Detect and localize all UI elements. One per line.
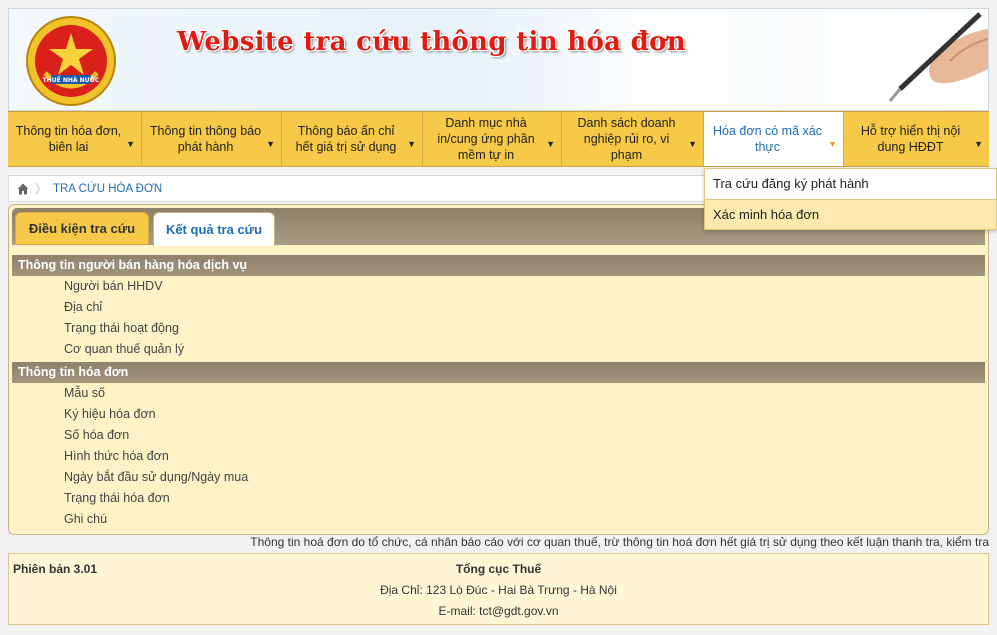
menu-label: Thông báo ấn chỉ hết giá trị sử dụng (295, 124, 397, 154)
caret-down-icon: ▼ (266, 139, 275, 149)
page: THUẾ NHÀ NƯỚC Website tra cứu thông tin … (0, 0, 997, 635)
menu-label: Hỗ trợ hiển thị nội dung HĐĐT (860, 124, 961, 154)
menu-label: Danh sách doanh nghiệp rủi ro, vi phạm (577, 116, 676, 162)
menu-label: Thông tin thông báo phát hành (149, 124, 262, 154)
menu-label: Danh mục nhà in/cung ứng phần mềm tự in (437, 116, 535, 162)
list-item: Địa chỉ (64, 300, 103, 314)
main-menu: Thông tin hóa đơn, biên lai ▼ Thông tin … (8, 111, 989, 167)
menu-risk-list[interactable]: Danh sách doanh nghiệp rủi ro, vi phạm ▼ (562, 112, 704, 166)
tab-search-conditions[interactable]: Điều kiện tra cứu (15, 212, 149, 245)
footer-address: Địa Chỉ: 123 Lò Đúc - Hai Bà Trưng - Hà … (380, 583, 617, 597)
seller-section-header: Thông tin người bán hàng hóa dịch vụ (12, 255, 985, 276)
list-item: Cơ quan thuế quản lý (64, 342, 185, 356)
list-item: Ghi chú (64, 512, 108, 526)
menu-support[interactable]: Hỗ trợ hiển thị nội dung HĐĐT ▼ (844, 112, 989, 166)
footer: Phiên bản 3.01 Tổng cục Thuế Địa Chỉ: 12… (8, 553, 989, 625)
results-panel: Điều kiện tra cứu Kết quả tra cứu Thông … (8, 204, 989, 535)
breadcrumb-current[interactable]: TRA CỨU HÓA ĐƠN (53, 183, 162, 195)
footer-email: E-mail: tct@gdt.gov.vn (438, 604, 559, 618)
footer-org: Tổng cục Thuế (455, 562, 542, 576)
emblem-text: THUẾ NHÀ NƯỚC (43, 76, 100, 84)
list-item: Người bán HHDV (64, 279, 163, 293)
caret-down-icon: ▼ (126, 139, 135, 149)
dropdown-item-verify-invoice[interactable]: Xác minh hóa đơn (705, 199, 996, 229)
list-item: Mẫu số (64, 386, 105, 400)
list-item: Trạng thái hoạt động (64, 321, 179, 335)
menu-label: Thông tin hóa đơn, biên lai (15, 124, 122, 154)
caret-down-icon: ▼ (546, 139, 555, 149)
caret-down-icon: ▼ (828, 139, 837, 149)
menu-issuance-notice[interactable]: Thông tin thông báo phát hành ▼ (142, 112, 282, 166)
caret-down-icon: ▼ (688, 139, 697, 149)
site-title: Website tra cứu thông tin hóa đơn (177, 27, 686, 57)
menu-invoice-info[interactable]: Thông tin hóa đơn, biên lai ▼ (8, 112, 142, 166)
menu-label: Hóa đơn có mã xác thực (713, 124, 822, 154)
caret-down-icon: ▼ (974, 139, 983, 149)
dropdown-item-registration-lookup[interactable]: Tra cứu đăng ký phát hành (705, 169, 996, 199)
menu-authenticated-invoice[interactable]: Hóa đơn có mã xác thực ▼ (704, 112, 844, 166)
disclaimer-note: Thông tin hoá đơn do tổ chức, cá nhân bá… (250, 535, 989, 549)
tax-emblem-icon: THUẾ NHÀ NƯỚC (26, 16, 116, 106)
header-banner: THUẾ NHÀ NƯỚC Website tra cứu thông tin … (8, 8, 989, 111)
list-item: Số hóa đơn (64, 428, 130, 442)
hand-pen-icon (888, 12, 988, 102)
list-item: Hình thức hóa đơn (64, 449, 169, 463)
list-item: Trạng thái hóa đơn (64, 491, 170, 505)
invoice-section-header: Thông tin hóa đơn (12, 362, 985, 383)
authenticated-invoice-dropdown: Tra cứu đăng ký phát hành Xác minh hóa đ… (704, 168, 997, 230)
menu-expired-notice[interactable]: Thông báo ấn chỉ hết giá trị sử dụng ▼ (282, 112, 423, 166)
home-icon[interactable] (17, 183, 29, 195)
tab-search-results[interactable]: Kết quả tra cứu (153, 212, 275, 246)
list-item: Ngày bắt đầu sử dụng/Ngày mua (64, 470, 249, 484)
breadcrumb-separator-icon: 〉 (35, 182, 48, 196)
menu-printer-list[interactable]: Danh mục nhà in/cung ứng phần mềm tự in … (423, 112, 562, 166)
list-item: Ký hiệu hóa đơn (64, 407, 156, 421)
caret-down-icon: ▼ (407, 139, 416, 149)
